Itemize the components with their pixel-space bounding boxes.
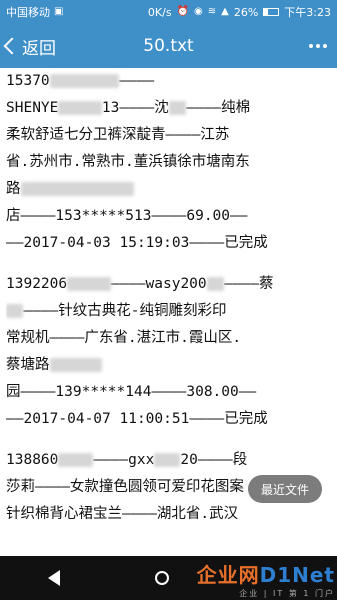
- nav-home-icon[interactable]: [155, 571, 170, 585]
- back-button[interactable]: 返回: [0, 24, 56, 68]
- redacted-block: [58, 101, 102, 115]
- status-bar: 中国移动 ▣ 0K/s ⏰ ◉ ≋ ▲ 26% 下午3:23: [0, 0, 337, 24]
- carrier-label: 中国移动: [6, 6, 50, 19]
- text-line: 店――――153*****513――――69.00――: [6, 208, 248, 224]
- redacted-block: [168, 101, 187, 115]
- back-label: 返回: [22, 38, 56, 59]
- text-line: SHENYE 13――――沈 ――――纯棉: [6, 100, 251, 116]
- recent-files-button[interactable]: 最近文件: [248, 475, 322, 503]
- watermark-sub: 企业 | IT 第 1 门户: [239, 589, 335, 598]
- more-dot-icon: [309, 44, 313, 48]
- text-line: 针织棉背心裙宝兰――――湖北省.武汉: [6, 506, 239, 522]
- notification-icon: ▣: [54, 6, 64, 17]
- battery-percent: 26%: [233, 5, 259, 19]
- text-line: 138860 ――――gxx 20――――段: [6, 452, 248, 468]
- text-line: 路: [6, 176, 331, 203]
- watermark-main-b: D1Net: [259, 563, 335, 587]
- text-line: 1392206 ――――wasy200 ――――蔡: [6, 276, 274, 292]
- text-line: 园――――139*****144――――308.00――: [6, 384, 257, 400]
- network-speed: 0K/s: [147, 5, 172, 19]
- redacted-block: [20, 182, 134, 196]
- redacted-block: [58, 453, 94, 467]
- eye-icon: ◉: [194, 6, 203, 17]
- more-options-button[interactable]: [309, 44, 337, 48]
- watermark-main: 企业网D1Net: [197, 559, 335, 588]
- redacted-block: [67, 277, 111, 291]
- more-dot-icon: [323, 44, 327, 48]
- battery-icon: [263, 8, 280, 16]
- text-line: 蔡塘路: [6, 352, 331, 379]
- alarm-icon: ⏰: [176, 6, 190, 17]
- watermark-main-a: 企业网: [196, 563, 260, 587]
- text-line: 常规机――――广东省.湛江市.霞山区.: [6, 330, 242, 346]
- signal-icon: ▲: [221, 6, 229, 17]
- redacted-block: [206, 277, 225, 291]
- app-toolbar: 返回 50.txt: [0, 24, 337, 68]
- text-line: 柔软舒适七分卫裤深靛青――――江苏: [6, 127, 230, 143]
- text-line: ――2017-04-07 11:00:51――――已完成: [6, 411, 268, 427]
- redacted-block: [49, 74, 120, 88]
- chevron-left-icon: [3, 37, 21, 55]
- more-dot-icon: [316, 44, 320, 48]
- text-line: 15370 ――――: [6, 73, 155, 89]
- clock: 下午3:23: [284, 6, 331, 19]
- watermark-logo: 企业网D1Net 企业 | IT 第 1 门户: [170, 560, 335, 598]
- text-line: 省.苏州市.常熟市.董浜镇徐市塘南东: [6, 154, 250, 170]
- nav-back-icon[interactable]: [47, 570, 60, 586]
- redacted-block: [49, 358, 102, 372]
- redacted-block: [154, 453, 181, 467]
- text-line: ――2017-04-03 15:19:03――――已完成: [6, 235, 268, 251]
- wifi-icon: ≋: [207, 6, 217, 17]
- text-line: ――――针纹古典花-纯铜雕刻彩印: [6, 298, 331, 325]
- redacted-block: [6, 304, 24, 318]
